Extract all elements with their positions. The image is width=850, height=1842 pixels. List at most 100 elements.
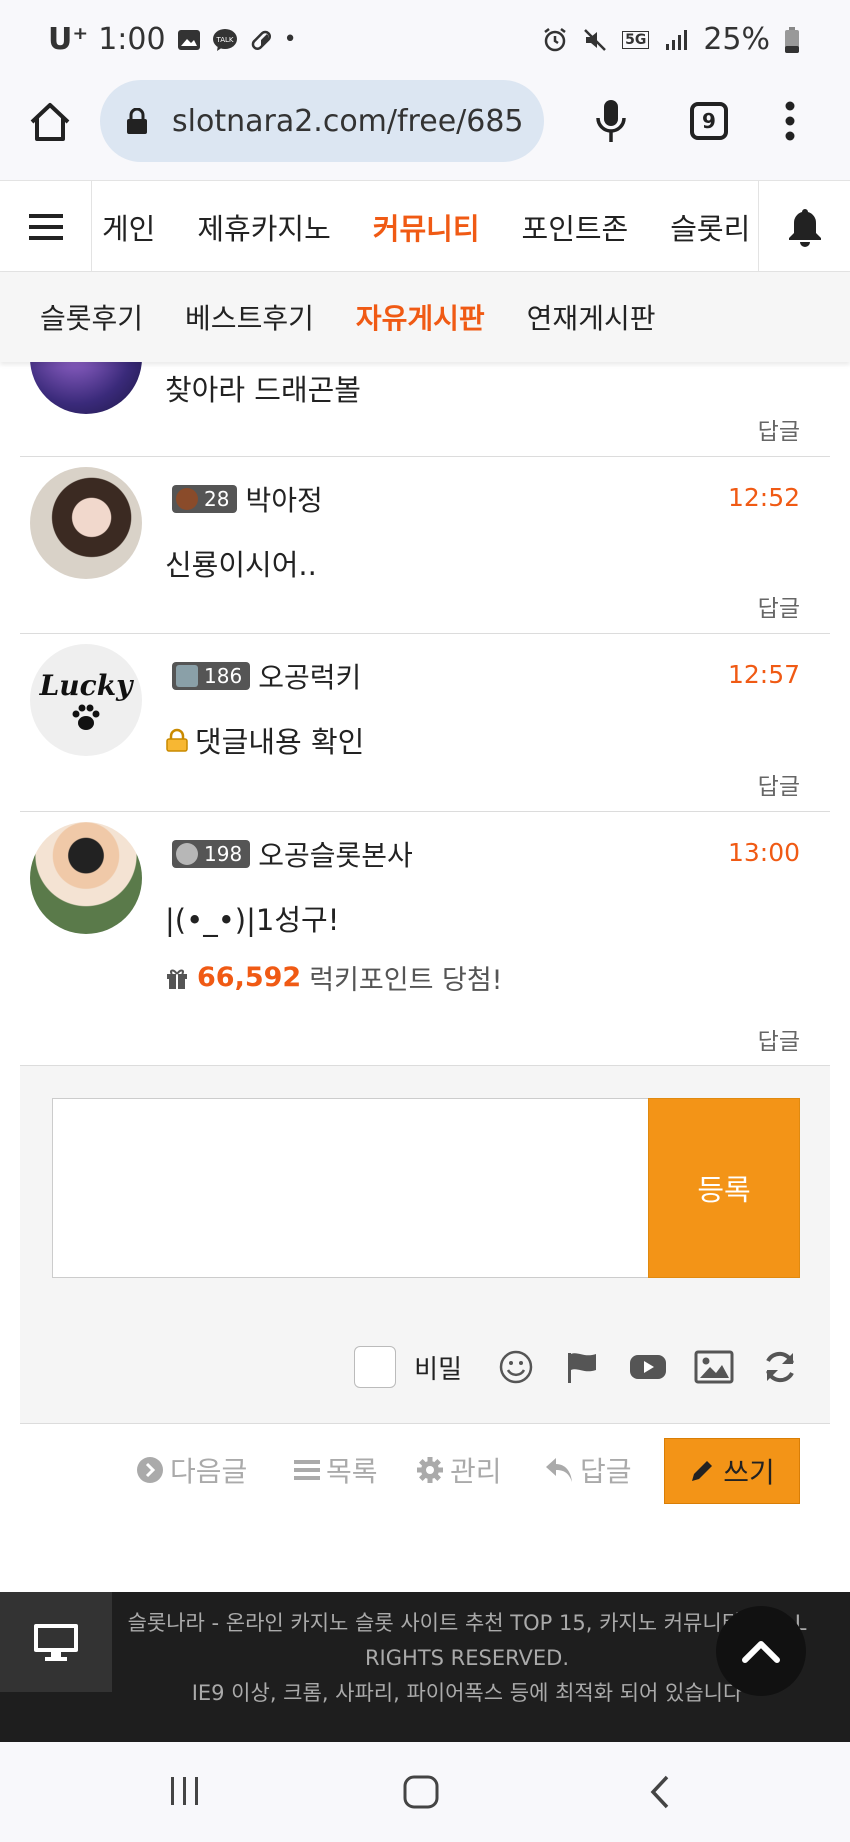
battery-icon (785, 26, 799, 53)
comment-tools: 비밀 (354, 1346, 800, 1388)
pencil-icon (692, 1461, 713, 1481)
comment-time: 12:57 (727, 660, 800, 689)
sub-navigation: 슬롯후기 베스트후기 자유게시판 연재게시판 (0, 272, 850, 362)
more-vertical-icon[interactable] (782, 98, 798, 144)
notification-button[interactable] (758, 181, 850, 273)
comment-header: 198 오공슬롯본사 (172, 834, 413, 874)
footer-browser-note: IE9 이상, 크롬, 사파리, 파이어폭스 등에 최적화 되어 있습니다 (191, 1681, 743, 1705)
list-button[interactable]: 목록 (294, 1450, 378, 1490)
tab-switcher-button[interactable]: 9 (690, 102, 728, 140)
comment-time: 12:52 (727, 483, 800, 512)
level-number: 186 (204, 664, 243, 688)
post-actions: 다음글 목록 관리 답글 쓰기 (0, 1438, 850, 1508)
secret-checkbox[interactable] (354, 1346, 397, 1388)
youtube-icon[interactable] (628, 1349, 668, 1385)
reply-link[interactable]: 답글 (758, 767, 800, 801)
sub-tab-best-review[interactable]: 베스트후기 (185, 297, 314, 337)
next-post-button[interactable]: 다음글 (136, 1450, 247, 1490)
site-navigation: 게인 제휴카지노 커뮤니티 포인트존 슬롯리 (0, 180, 850, 273)
status-bar: U⁺ 1:00 TALK • 5G 25% (0, 0, 850, 80)
reply-post-label: 답글 (580, 1455, 632, 1488)
nav-item-point-zone[interactable]: 포인트존 (522, 206, 629, 248)
comment-text: 신룡이시어.. (165, 548, 317, 582)
sub-tab-free-board[interactable]: 자유게시판 (356, 297, 485, 337)
footer-copyright: 슬롯나라 - 온라인 카지노 슬롯 사이트 추천 TOP 15, 카지노 커뮤니… (127, 1611, 807, 1670)
system-navigation-bar (0, 1742, 850, 1842)
comment-text: 찾아라 드래곤볼 (165, 373, 361, 407)
avatar (30, 822, 142, 934)
reply-post-button[interactable]: 답글 (544, 1450, 632, 1490)
status-time: 1:00 (98, 22, 166, 57)
next-post-label: 다음글 (170, 1455, 248, 1488)
comment-form: 등록 비밀 (20, 1066, 830, 1424)
status-right: 5G 25% (542, 22, 800, 57)
menu-button[interactable] (0, 181, 92, 273)
list-label: 목록 (326, 1455, 378, 1488)
comment-textarea[interactable] (52, 1098, 652, 1278)
gear-icon (417, 1457, 443, 1483)
image-icon[interactable] (694, 1349, 734, 1385)
sub-tab-slot-review[interactable]: 슬롯후기 (40, 297, 143, 337)
mute-icon (584, 28, 606, 51)
author-name[interactable]: 오공럭키 (258, 656, 361, 696)
reply-icon (546, 1458, 572, 1482)
comment-time: 13:00 (727, 838, 800, 867)
battery-level: 25% (703, 22, 770, 57)
nav-item-community[interactable]: 커뮤니티 (373, 206, 480, 248)
pc-version-button[interactable] (0, 1592, 112, 1692)
gallery-icon (177, 29, 200, 50)
address-bar[interactable]: slotnara2.com/free/685 (100, 80, 544, 162)
nav-item-slot[interactable]: 슬롯리 (670, 206, 750, 248)
flag-icon[interactable] (562, 1349, 602, 1385)
microphone-icon[interactable] (594, 98, 628, 144)
comment-item: 198 오공슬롯본사 13:00 |(•_•)|1성구! 66,592 럭키포인… (20, 812, 830, 1066)
submit-button[interactable]: 등록 (648, 1098, 800, 1278)
comment-text: |(•_•)|1성구! (165, 903, 340, 937)
nav-item-partner-casino[interactable]: 제휴카지노 (197, 206, 330, 248)
level-icon (176, 843, 198, 865)
level-number: 198 (204, 842, 243, 866)
emoji-icon[interactable] (496, 1349, 536, 1385)
reply-link[interactable]: 답글 (758, 412, 800, 446)
back-icon[interactable] (648, 1774, 672, 1810)
author-name[interactable]: 오공슬롯본사 (258, 834, 413, 874)
pill-icon (251, 30, 271, 50)
carrier-label: U⁺ (48, 22, 89, 57)
talk-icon: TALK (212, 28, 237, 51)
level-badge: 28 (172, 485, 238, 513)
comment-header: 28 박아정 (172, 479, 323, 519)
manage-button[interactable]: 관리 (416, 1450, 502, 1490)
scroll-top-button[interactable] (716, 1606, 806, 1696)
site-footer: 슬롯나라 - 온라인 카지노 슬롯 사이트 추천 TOP 15, 카지노 커뮤니… (0, 1592, 850, 1742)
level-badge: 198 (172, 840, 251, 868)
alarm-icon (544, 27, 566, 51)
svg-text:TALK: TALK (215, 36, 233, 44)
nav-item-game[interactable]: 게인 (102, 206, 155, 248)
avatar (30, 467, 142, 579)
footer-text: 슬롯나라 - 온라인 카지노 슬롯 사이트 추천 TOP 15, 카지노 커뮤니… (112, 1606, 822, 1711)
prize-text: 럭키포인트 당첨! (309, 965, 503, 996)
home-icon[interactable] (28, 100, 72, 144)
url-text: slotnara2.com/free/685 (172, 103, 524, 139)
write-label: 쓰기 (723, 1456, 775, 1489)
gift-icon (167, 969, 187, 989)
prize-line: 66,592 럭키포인트 당첨! (165, 958, 503, 997)
level-icon (176, 488, 198, 510)
signal-icon (666, 29, 688, 50)
sub-tab-serial-board[interactable]: 연재게시판 (527, 297, 656, 337)
nav-items: 게인 제휴카지노 커뮤니티 포인트존 슬롯리 (92, 181, 758, 273)
reply-link[interactable]: 답글 (758, 589, 800, 623)
level-badge: 186 (172, 662, 251, 690)
recent-apps-icon[interactable] (168, 1774, 202, 1808)
list-icon (294, 1460, 320, 1480)
refresh-icon[interactable] (760, 1349, 800, 1385)
comment-text: 댓글내용 확인 (195, 725, 365, 759)
chevron-up-icon (742, 1641, 780, 1663)
author-name[interactable]: 박아정 (245, 479, 322, 519)
dot-icon: • (283, 27, 297, 52)
lock-icon (127, 108, 147, 134)
reply-link[interactable]: 답글 (758, 1022, 800, 1056)
write-button[interactable]: 쓰기 (664, 1438, 800, 1504)
browser-toolbar: slotnara2.com/free/685 9 (0, 80, 850, 180)
home-nav-icon[interactable] (402, 1774, 440, 1810)
